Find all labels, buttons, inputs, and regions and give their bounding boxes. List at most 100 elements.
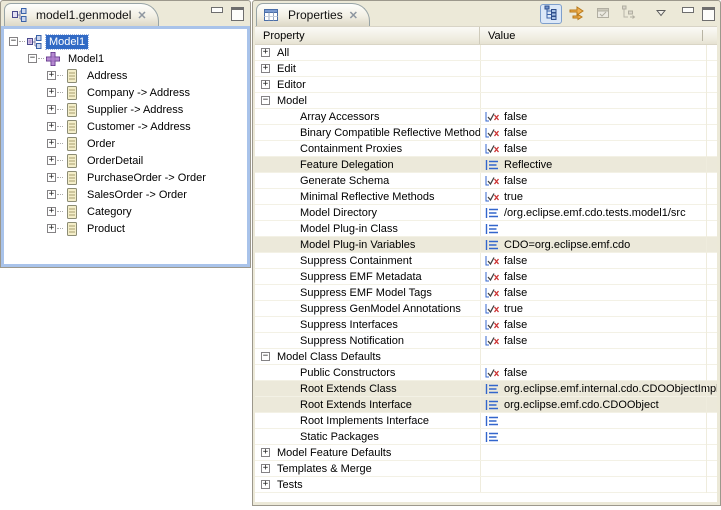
expander-icon[interactable]: +	[261, 480, 270, 489]
tree-item-label: Order	[84, 137, 118, 151]
maximize-icon[interactable]	[231, 7, 242, 17]
property-row[interactable]: Array Accessors false	[255, 109, 717, 125]
property-row[interactable]: Generate Schema false	[255, 173, 717, 189]
class-icon	[64, 204, 80, 220]
tree-item[interactable]: + Customer -> Address	[4, 118, 247, 135]
close-icon[interactable]: ✕	[136, 9, 147, 22]
expander-icon[interactable]: +	[261, 448, 270, 457]
maximize-icon[interactable]	[702, 7, 713, 17]
tree-item[interactable]: + Address	[4, 67, 247, 84]
minimize-icon[interactable]	[682, 7, 693, 17]
expander-icon[interactable]: +	[261, 464, 270, 473]
tree-item-label: Supplier -> Address	[84, 103, 186, 117]
tree-item[interactable]: − Model1	[4, 33, 247, 50]
tree-item[interactable]: + Product	[4, 220, 247, 237]
property-row[interactable]: +All	[255, 45, 717, 61]
expander-icon[interactable]: +	[47, 224, 56, 233]
restore-default-value-button[interactable]	[592, 4, 614, 24]
property-row[interactable]: Model Plug-in Class	[255, 221, 717, 237]
property-label: Model	[277, 95, 307, 107]
property-value: true	[504, 303, 523, 315]
property-value: CDO=org.eclipse.emf.cdo	[504, 239, 630, 251]
tree-item-label: Product	[84, 222, 128, 236]
expander-icon[interactable]: +	[47, 71, 56, 80]
property-label: Model Directory	[300, 207, 377, 219]
tree-connector	[57, 109, 63, 110]
expander-icon[interactable]: +	[47, 156, 56, 165]
expander-icon[interactable]: −	[261, 352, 270, 361]
tree-item[interactable]: + SalesOrder -> Order	[4, 186, 247, 203]
property-label: Suppress Interfaces	[300, 319, 398, 331]
property-row[interactable]: Suppress Containment false	[255, 253, 717, 269]
show-categories-button[interactable]	[540, 4, 562, 24]
column-header-value[interactable]: Value	[480, 27, 717, 44]
property-row[interactable]: +Tests	[255, 477, 717, 493]
expander-icon[interactable]: +	[47, 173, 56, 182]
property-row[interactable]: Minimal Reflective Methods true	[255, 189, 717, 205]
genmodel-tree: − Model1 − Model1 + Address +	[1, 26, 250, 267]
property-row[interactable]: Suppress GenModel Annotations true	[255, 301, 717, 317]
expander-icon[interactable]: +	[47, 88, 56, 97]
tree-item[interactable]: − Model1	[4, 50, 247, 67]
show-advanced-properties-button[interactable]	[566, 4, 588, 24]
property-label: Minimal Reflective Methods	[300, 191, 435, 203]
text-value-icon	[484, 158, 500, 172]
expander-icon[interactable]: +	[261, 48, 270, 57]
tree-connector	[38, 58, 44, 59]
tab-model1-genmodel[interactable]: model1.genmodel ✕	[4, 3, 159, 26]
expander-icon[interactable]: +	[47, 105, 56, 114]
properties-view-panel: Properties ✕	[252, 0, 721, 506]
property-value: false	[504, 335, 527, 347]
expander-icon[interactable]: +	[47, 190, 56, 199]
property-row[interactable]: Model Directory /org.eclipse.emf.cdo.tes…	[255, 205, 717, 221]
property-row[interactable]: Public Constructors false	[255, 365, 717, 381]
property-row[interactable]: Suppress EMF Model Tags false	[255, 285, 717, 301]
property-row[interactable]: +Editor	[255, 77, 717, 93]
tree-item[interactable]: + Supplier -> Address	[4, 101, 247, 118]
expander-icon[interactable]: −	[261, 96, 270, 105]
class-icon	[64, 102, 80, 118]
property-row[interactable]: Suppress Notification false	[255, 333, 717, 349]
property-value: /org.eclipse.emf.cdo.tests.model1/src	[504, 207, 686, 219]
text-value-icon	[484, 382, 500, 396]
minimize-icon[interactable]	[211, 7, 222, 17]
property-row[interactable]: Root Extends Class org.eclipse.emf.inter…	[255, 381, 717, 397]
expander-icon[interactable]: +	[261, 80, 270, 89]
expander-icon[interactable]: +	[261, 64, 270, 73]
property-row[interactable]: Root Implements Interface	[255, 413, 717, 429]
tree-item-label: Address	[84, 69, 130, 83]
expander-icon[interactable]: +	[47, 207, 56, 216]
property-row[interactable]: Static Packages	[255, 429, 717, 445]
column-header-property[interactable]: Property	[255, 27, 480, 44]
property-row[interactable]: −Model Class Defaults	[255, 349, 717, 365]
view-menu-button[interactable]	[654, 4, 668, 24]
tab-properties[interactable]: Properties ✕	[256, 3, 370, 26]
boolean-value-icon	[484, 334, 500, 348]
close-icon[interactable]: ✕	[348, 9, 359, 22]
property-row[interactable]: Suppress EMF Metadata false	[255, 269, 717, 285]
property-label: Edit	[277, 63, 296, 75]
property-row[interactable]: Containment Proxies false	[255, 141, 717, 157]
property-row[interactable]: Feature Delegation Reflective	[255, 157, 717, 173]
tree-item[interactable]: + Order	[4, 135, 247, 152]
property-row[interactable]: −Model	[255, 93, 717, 109]
expander-icon[interactable]: −	[9, 37, 18, 46]
property-row[interactable]: Root Extends Interface org.eclipse.emf.c…	[255, 397, 717, 413]
property-row[interactable]: Binary Compatible Reflective Methods fal…	[255, 125, 717, 141]
tree-item[interactable]: + OrderDetail	[4, 152, 247, 169]
expander-icon[interactable]: −	[28, 54, 37, 63]
tree-item[interactable]: + PurchaseOrder -> Order	[4, 169, 247, 186]
property-row[interactable]: + Edit	[255, 61, 717, 77]
property-row[interactable]: Model Plug-in Variables CDO=org.eclipse.…	[255, 237, 717, 253]
expander-icon[interactable]: +	[47, 122, 56, 131]
property-row[interactable]: Suppress Interfaces false	[255, 317, 717, 333]
property-row[interactable]: +Model Feature Defaults	[255, 445, 717, 461]
column-resize-handle[interactable]	[702, 30, 703, 41]
tree-item[interactable]: + Company -> Address	[4, 84, 247, 101]
expander-icon[interactable]: +	[47, 139, 56, 148]
tree-item[interactable]: + Category	[4, 203, 247, 220]
tree-connector	[19, 41, 25, 42]
properties-table-icon	[263, 8, 279, 22]
filter-properties-button[interactable]	[618, 4, 640, 24]
property-row[interactable]: +Templates & Merge	[255, 461, 717, 477]
